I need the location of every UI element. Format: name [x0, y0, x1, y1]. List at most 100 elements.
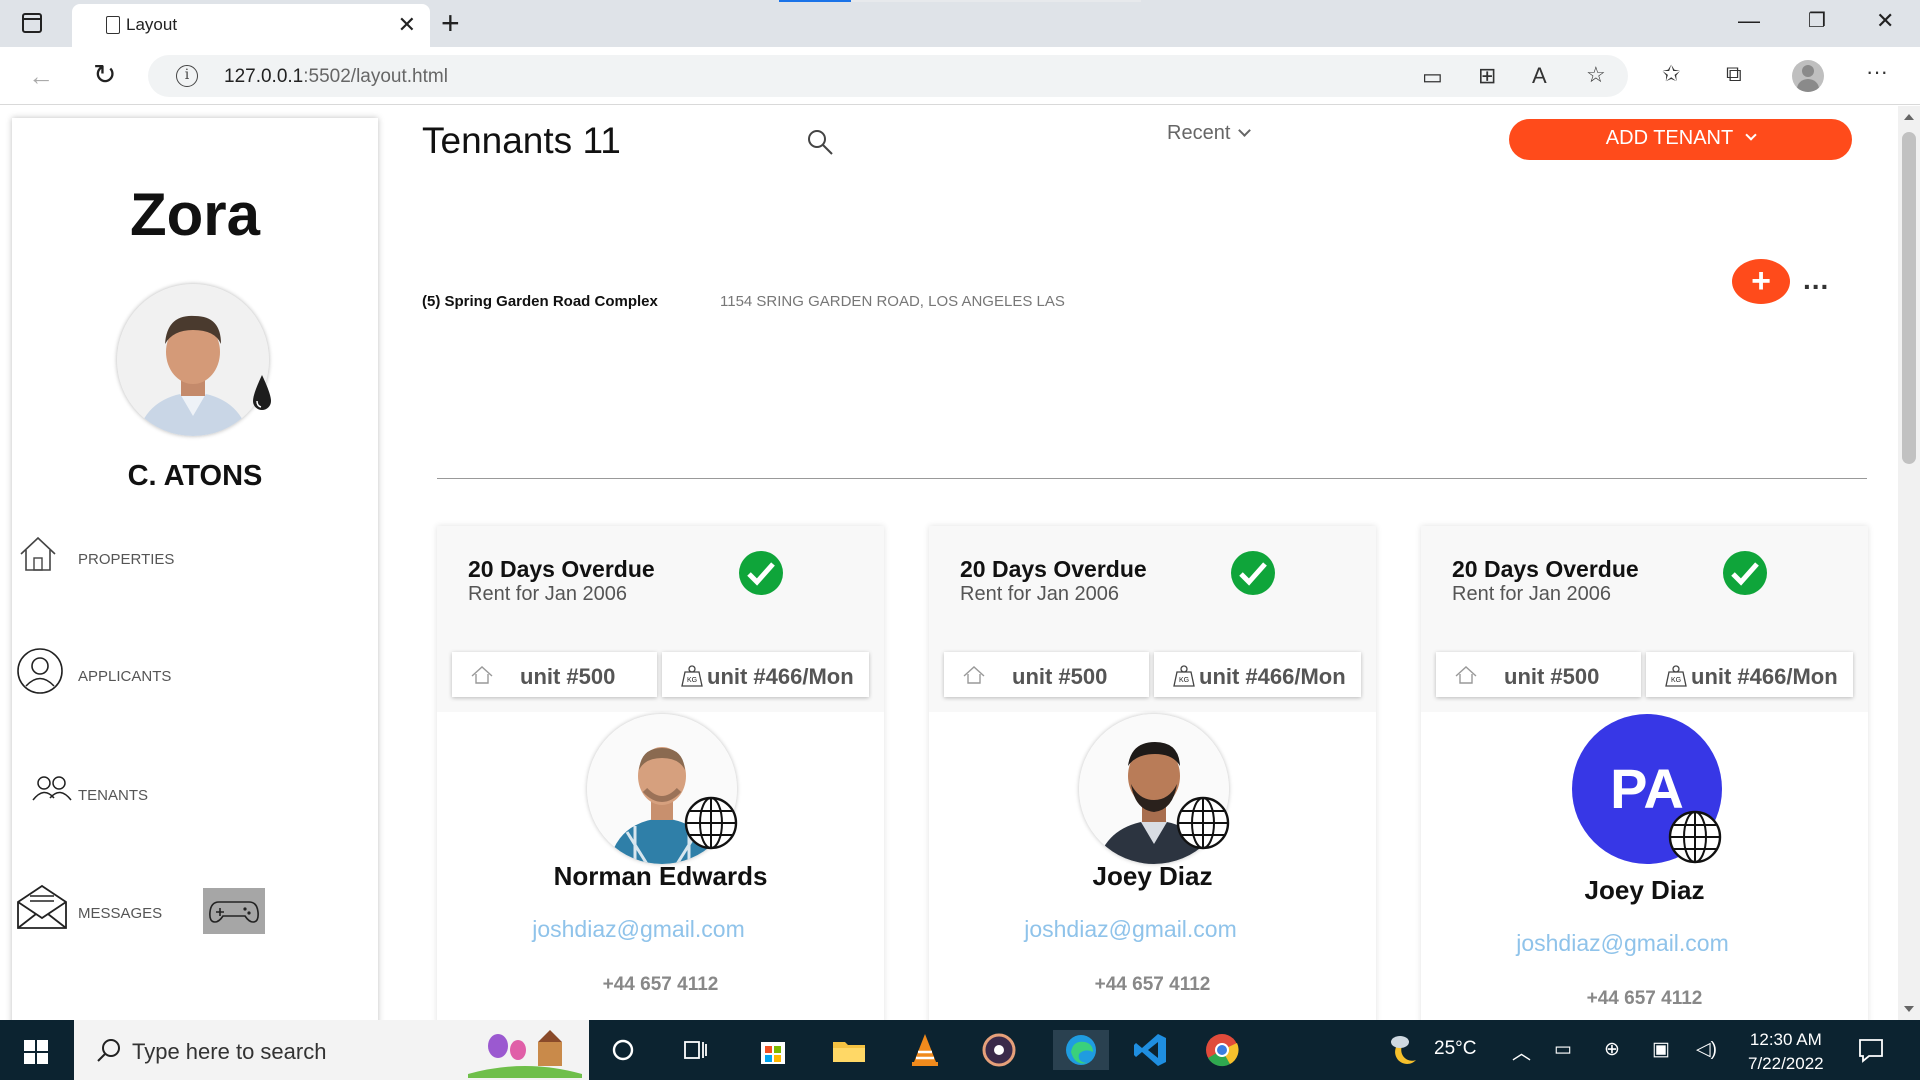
page-icon — [106, 16, 120, 34]
restore-icon[interactable]: ❐ — [1808, 8, 1826, 33]
home-icon — [963, 666, 985, 684]
url-field[interactable]: i 127.0.0.1:5502/layout.html ▭ ⊞ A ☆ — [148, 55, 1628, 97]
read-aloud-icon[interactable]: A — [1532, 63, 1547, 89]
card-header: 20 Days Overdue Rent for Jan 2006 unit #… — [437, 526, 884, 712]
overdue-status: 20 Days Overdue — [468, 556, 655, 582]
new-tab-button[interactable]: + — [441, 5, 460, 42]
sort-dropdown[interactable]: Recent — [1167, 122, 1252, 145]
page-title: Tennants 11 — [422, 120, 621, 161]
sidebar: Zora C. ATONS PROPERTIES APPLICANTS TENA… — [12, 118, 378, 1020]
unit-label: unit #500 — [1504, 664, 1600, 689]
taskbar: Type here to search 25°C ︿ ▭ ⊕ ▣ ◁) 12:3… — [0, 1020, 1920, 1080]
cortana-icon[interactable] — [603, 1030, 643, 1070]
apps-icon[interactable]: ⊞ — [1478, 63, 1496, 89]
weight-icon: KG — [1665, 665, 1687, 687]
tenant-name: Norman Edwards — [553, 861, 768, 891]
edge-icon[interactable] — [1053, 1030, 1109, 1070]
home-icon — [1455, 666, 1477, 684]
gamepad-icon — [209, 901, 259, 923]
more-options-button[interactable]: ... — [1803, 264, 1829, 296]
overdue-status: 20 Days Overdue — [1452, 556, 1639, 582]
temperature[interactable]: 25°C — [1434, 1038, 1476, 1060]
network-icon[interactable]: ⊕ — [1604, 1038, 1620, 1061]
rent-period: Rent for Jan 2006 — [960, 583, 1119, 605]
chrome-icon[interactable] — [1202, 1030, 1242, 1070]
close-window-icon[interactable]: ✕ — [1876, 8, 1894, 34]
battery-icon[interactable]: ▭ — [1554, 1038, 1572, 1061]
card-header: 20 Days Overdue Rent for Jan 2006 unit #… — [1421, 526, 1868, 712]
back-icon[interactable]: ← — [28, 61, 54, 92]
globe-icon — [1668, 810, 1722, 864]
tenant-email[interactable]: joshdiaz@gmail.com — [1421, 930, 1868, 957]
close-tab-icon[interactable]: ✕ — [398, 12, 416, 38]
scrollbar-thumb[interactable] — [1902, 132, 1916, 464]
taskbar-search-box[interactable]: Type here to search — [74, 1020, 589, 1080]
weather-icon — [1391, 1036, 1416, 1064]
add-tenant-button[interactable]: ADD TENANT — [1509, 119, 1852, 160]
nav-tenants[interactable]: TENANTS — [18, 770, 318, 822]
minimize-icon[interactable]: — — [1738, 8, 1760, 34]
rent-period: Rent for Jan 2006 — [468, 583, 627, 605]
add-favorite-icon[interactable]: ☆ — [1586, 62, 1606, 88]
divider — [437, 478, 1867, 479]
check-circle-icon — [739, 551, 783, 595]
file-explorer-icon[interactable] — [829, 1030, 869, 1070]
tab-actions-icon[interactable] — [22, 13, 42, 33]
meet-now-icon[interactable]: ▣ — [1652, 1038, 1670, 1061]
loading-indicator — [779, 0, 1141, 2]
vscode-icon[interactable] — [1130, 1030, 1170, 1070]
rent-unit-label: unit #466/Mon — [707, 664, 854, 689]
favorites-icon[interactable]: ✩ — [1662, 61, 1680, 87]
user-photo — [117, 284, 269, 436]
nav-properties[interactable]: PROPERTIES — [18, 534, 318, 586]
nav-label: MESSAGES — [78, 905, 163, 922]
volume-icon[interactable]: ◁) — [1696, 1038, 1717, 1061]
tab-title: Layout — [126, 15, 178, 34]
reload-icon[interactable]: ↻ — [93, 58, 116, 91]
tenant-card: 20 Days Overdue Rent for Jan 2006 unit #… — [929, 526, 1376, 1020]
task-view-icon[interactable] — [675, 1030, 715, 1070]
site-info-icon[interactable]: i — [176, 65, 198, 87]
page-viewport: Zora C. ATONS PROPERTIES APPLICANTS TENA… — [0, 106, 1898, 1020]
chevron-down-icon — [1745, 129, 1757, 141]
more-icon[interactable]: ··· — [1866, 59, 1888, 85]
svg-text:KG: KG — [687, 677, 697, 684]
tenant-email[interactable]: joshdiaz@gmail.com — [929, 916, 1376, 943]
user-avatar[interactable] — [117, 284, 271, 436]
rent-unit-label: unit #466/Mon — [1199, 664, 1346, 689]
clock[interactable]: 12:30 AM 7/22/2022 — [1748, 1028, 1824, 1076]
check-circle-icon — [1231, 551, 1275, 595]
search-icon[interactable] — [806, 128, 834, 156]
notification-icon[interactable] — [1857, 1036, 1885, 1064]
tenant-phone: +44 657 4112 — [1586, 988, 1703, 1009]
media-player-icon[interactable] — [979, 1030, 1019, 1070]
unit-chip: unit #500 — [452, 652, 657, 697]
rent-unit-label: unit #466/Mon — [1691, 664, 1838, 689]
profile-avatar[interactable] — [1792, 60, 1824, 92]
clock-date: 7/22/2022 — [1748, 1054, 1824, 1073]
address-bar: ← ↻ i 127.0.0.1:5502/layout.html ▭ ⊞ A ☆… — [0, 47, 1920, 105]
check-circle-icon — [1723, 551, 1767, 595]
gamepad-button[interactable] — [203, 888, 265, 934]
unit-chip: unit #500 — [1436, 652, 1641, 697]
app-available-icon[interactable]: ▭ — [1422, 64, 1443, 90]
nav-label: APPLICANTS — [78, 668, 172, 685]
add-icon[interactable]: + — [1732, 259, 1790, 304]
chevron-up-icon[interactable]: ︿ — [1512, 1038, 1531, 1065]
windows-start-icon[interactable] — [24, 1040, 48, 1064]
store-icon[interactable] — [753, 1030, 793, 1070]
users-icon — [32, 776, 72, 801]
nav-applicants[interactable]: APPLICANTS — [17, 648, 318, 703]
collections-icon[interactable]: ⧉ — [1726, 61, 1742, 87]
tenant-name: Joey Diaz — [1092, 861, 1213, 891]
nav-messages[interactable]: MESSAGES — [17, 884, 318, 940]
tenant-email[interactable]: joshdiaz@gmail.com — [437, 916, 884, 943]
user-icon — [17, 648, 63, 694]
overdue-status: 20 Days Overdue — [960, 556, 1147, 582]
scroll-up-icon[interactable] — [1904, 114, 1914, 120]
scroll-down-icon[interactable] — [1904, 1006, 1914, 1012]
scrollbar[interactable] — [1898, 106, 1920, 1020]
user-name: C. ATONS — [127, 460, 263, 492]
vlc-icon[interactable] — [905, 1030, 945, 1070]
browser-tab[interactable]: Layout ✕ — [72, 4, 430, 47]
